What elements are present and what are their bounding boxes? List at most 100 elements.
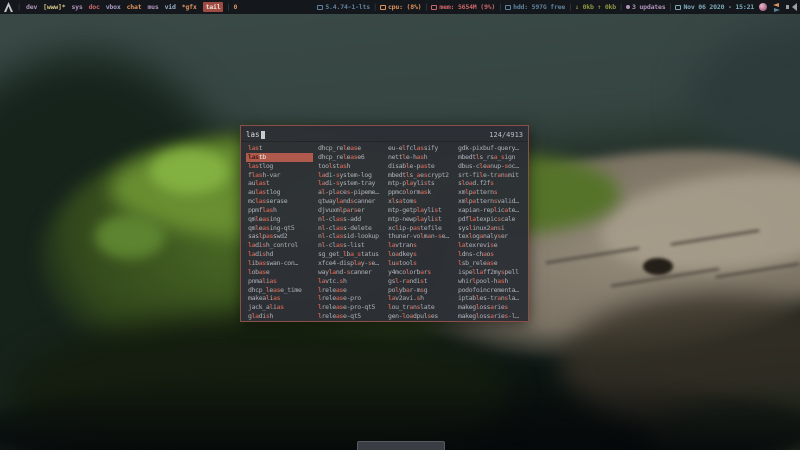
launcher-item[interactable]: gsl-randist bbox=[386, 277, 453, 286]
launcher-item[interactable]: lrelease-pro bbox=[316, 294, 383, 303]
workspace-tag-mus[interactable]: mus bbox=[147, 3, 158, 11]
launcher-item[interactable]: lav2avi.sh bbox=[386, 294, 453, 303]
launcher-item[interactable]: mclasserase bbox=[246, 197, 313, 206]
launcher-item[interactable]: lavtc.sh bbox=[316, 277, 383, 286]
launcher-item[interactable]: last bbox=[246, 144, 313, 153]
launcher-item[interactable]: ladi-system-log bbox=[316, 171, 383, 180]
launcher-logo-icon[interactable] bbox=[4, 2, 13, 12]
launcher-item[interactable]: aulast bbox=[246, 179, 313, 188]
workspace-tag-sys[interactable]: sys bbox=[71, 3, 82, 11]
launcher-item[interactable]: aulastlog bbox=[246, 188, 313, 197]
launcher-item[interactable]: ppmflash bbox=[246, 206, 313, 215]
launcher-item[interactable]: al-places-pipemenu bbox=[316, 188, 383, 197]
launcher-item[interactable]: sg_get_lba_status bbox=[316, 250, 383, 259]
launcher-item[interactable]: eu-elfclassify bbox=[386, 144, 453, 153]
launcher-item[interactable]: nl-class-add bbox=[316, 215, 383, 224]
launcher-item[interactable]: makeglossaries-lite bbox=[456, 312, 523, 321]
workspace-tag-vid[interactable]: vid bbox=[165, 3, 176, 11]
launcher-item[interactable]: nl-class-list bbox=[316, 241, 383, 250]
launcher-item[interactable]: toolstash bbox=[316, 162, 383, 171]
launcher-item[interactable]: ispellaff2myspell bbox=[456, 268, 523, 277]
launcher-item[interactable]: dhcp_release bbox=[316, 144, 383, 153]
launcher-item[interactable]: makealias bbox=[246, 294, 313, 303]
launcher-item[interactable]: dhcp_lease_time bbox=[246, 286, 313, 295]
launcher-item[interactable]: syslinux2ansi bbox=[456, 224, 523, 233]
separator: | bbox=[373, 3, 377, 11]
launcher-item[interactable]: xfce4-display-settings bbox=[316, 259, 383, 268]
transfer-arrows-icon[interactable] bbox=[771, 3, 782, 12]
workspace-tag-www[interactable]: [www]* bbox=[43, 3, 65, 11]
launcher-item[interactable]: mtp-getplaylist bbox=[386, 206, 453, 215]
launcher-item[interactable]: makeglossaries bbox=[456, 303, 523, 312]
cpu-icon bbox=[380, 5, 386, 10]
launcher-item[interactable]: lrelease bbox=[316, 286, 383, 295]
launcher-item[interactable]: mtp-playlists bbox=[386, 179, 453, 188]
launcher-item[interactable]: mtp-newplaylist bbox=[386, 215, 453, 224]
launcher-item[interactable]: thunar-volman-settings bbox=[386, 232, 453, 241]
launcher-item[interactable]: jack_alias bbox=[246, 303, 313, 312]
launcher-item[interactable]: wayland-scanner bbox=[316, 268, 383, 277]
launcher-item[interactable]: saslpasswd2 bbox=[246, 232, 313, 241]
launcher-item[interactable]: lrelease-pro-qt5 bbox=[316, 303, 383, 312]
launcher-item[interactable]: gladish bbox=[246, 312, 313, 321]
launcher-item[interactable]: lobase bbox=[246, 268, 313, 277]
launcher-item[interactable]: polybar-msg bbox=[386, 286, 453, 295]
launcher-item[interactable]: xclip-pastefile bbox=[386, 224, 453, 233]
launcher-item[interactable]: libasswan-con… bbox=[246, 259, 313, 268]
launcher-item[interactable]: ladish_control bbox=[246, 241, 313, 250]
launcher-item[interactable]: latexrevise bbox=[456, 241, 523, 250]
launcher-item[interactable]: ppmcolormask bbox=[386, 188, 453, 197]
match-counter: 124/4913 bbox=[489, 131, 523, 139]
launcher-item[interactable]: srt-file-transmit bbox=[456, 171, 523, 180]
volume-icon[interactable] bbox=[786, 3, 796, 12]
dock-peek[interactable] bbox=[357, 441, 445, 450]
workspace-tag-vbox[interactable]: vbox bbox=[106, 3, 121, 11]
launcher-item[interactable]: y4mcolorbars bbox=[386, 268, 453, 277]
launcher-item[interactable]: ladi-system-tray bbox=[316, 179, 383, 188]
launcher-item[interactable]: qmleasing-qt5 bbox=[246, 224, 313, 233]
launcher-search-input[interactable]: las bbox=[246, 130, 265, 139]
launcher-item[interactable]: qtwaylandscanner bbox=[316, 197, 383, 206]
launcher-item[interactable]: nettle-hash bbox=[386, 153, 453, 162]
launcher-item[interactable]: iptables-translate bbox=[456, 294, 523, 303]
launcher-item[interactable]: qmleasing bbox=[246, 215, 313, 224]
launcher-item[interactable]: mbedtls_aescrypt2 bbox=[386, 171, 453, 180]
launcher-item[interactable]: ladishd bbox=[246, 250, 313, 259]
layout-indicator[interactable]: tail bbox=[203, 2, 224, 12]
workspace-tag-doc[interactable]: doc bbox=[89, 3, 100, 11]
launcher-item[interactable]: xlsatoms bbox=[386, 197, 453, 206]
launcher-item[interactable]: texloganalyser bbox=[456, 232, 523, 241]
launcher-item[interactable]: flash-var bbox=[246, 171, 313, 180]
launcher-item[interactable]: xmlpatternsvalidator bbox=[456, 197, 523, 206]
launcher-item[interactable]: whirlpool-hash bbox=[456, 277, 523, 286]
launcher-item[interactable]: dhcp_release6 bbox=[316, 153, 383, 162]
workspace-tag-chat[interactable]: chat bbox=[127, 3, 142, 11]
launcher-item[interactable]: sload.f2fs bbox=[456, 179, 523, 188]
workspace-tag-dev[interactable]: dev bbox=[26, 3, 37, 11]
launcher-item[interactable]: gen-loadpulses bbox=[386, 312, 453, 321]
launcher-item[interactable]: nl-class-delete bbox=[316, 224, 383, 233]
launcher-item[interactable]: pnmalias bbox=[246, 277, 313, 286]
launcher-item[interactable]: ldns-chaos bbox=[456, 250, 523, 259]
app-icon-pink[interactable] bbox=[759, 3, 767, 11]
launcher-item[interactable]: pdflatexpicscale bbox=[456, 215, 523, 224]
launcher-item[interactable]: djvuxmlparser bbox=[316, 206, 383, 215]
workspace-tag-gfx[interactable]: *gfx bbox=[182, 3, 197, 11]
launcher-item[interactable]: xapian-replicate-server bbox=[456, 206, 523, 215]
launcher-item[interactable]: podofoincrementalupdates bbox=[456, 286, 523, 295]
launcher-item[interactable]: disable-paste bbox=[386, 162, 453, 171]
launcher-item[interactable]: xmlpatterns bbox=[456, 188, 523, 197]
launcher-item[interactable]: mbedtls_rsa_sign bbox=[456, 153, 523, 162]
launcher-item[interactable]: lou_translate bbox=[386, 303, 453, 312]
launcher-item[interactable]: dbus-cleanup-sockets bbox=[456, 162, 523, 171]
clock-text: Nov 06 2020 - 15:21 bbox=[683, 3, 754, 11]
launcher-item[interactable]: gdk-pixbuf-query-loaders bbox=[456, 144, 523, 153]
launcher-item[interactable]: lrelease-qt5 bbox=[316, 312, 383, 321]
launcher-item[interactable]: lavtrans bbox=[386, 241, 453, 250]
launcher-item[interactable]: lastb bbox=[246, 153, 313, 162]
launcher-item[interactable]: nl-classid-lookup bbox=[316, 232, 383, 241]
launcher-item[interactable]: luatools bbox=[386, 259, 453, 268]
launcher-item[interactable]: lsb_release bbox=[456, 259, 523, 268]
launcher-item[interactable]: lastlog bbox=[246, 162, 313, 171]
launcher-item[interactable]: loadkeys bbox=[386, 250, 453, 259]
